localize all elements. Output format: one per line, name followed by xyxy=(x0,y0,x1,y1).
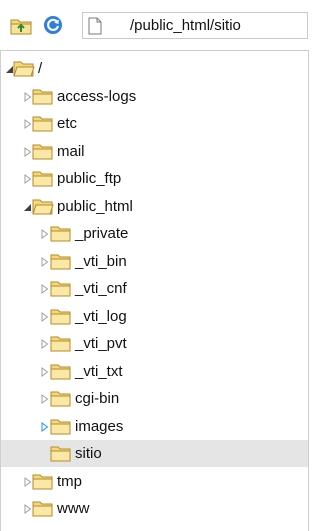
tree-item-label: / xyxy=(38,60,43,77)
path-text: /public_html/sitio xyxy=(130,17,241,34)
collapsed-arrow-icon[interactable] xyxy=(40,421,49,432)
tree-item-public-html[interactable]: public_html xyxy=(1,193,308,220)
refresh-icon[interactable] xyxy=(43,15,63,35)
folder-icon xyxy=(32,144,53,159)
document-icon xyxy=(88,17,102,35)
tree-item-mail[interactable]: mail xyxy=(1,138,308,165)
folder-tree: / access-logs etc mail public_ftp public_html… xyxy=(0,50,309,531)
file-manager-panel: /public_html/sitio / access-logs etc mail pu… xyxy=(0,0,309,531)
tree-item-tmp[interactable]: tmp xyxy=(1,468,308,495)
tree-item-public-ftp[interactable]: public_ftp xyxy=(1,165,308,192)
tree-item-label: _private xyxy=(75,225,129,242)
folder-icon xyxy=(50,419,71,434)
path-field[interactable]: /public_html/sitio xyxy=(82,12,308,39)
folder-icon xyxy=(50,226,71,242)
folder-icon xyxy=(32,171,53,187)
collapsed-arrow-icon[interactable] xyxy=(40,256,49,267)
tree-item-vti-txt[interactable]: _vti_txt xyxy=(1,358,308,385)
tree-item-www[interactable]: www xyxy=(1,495,308,522)
tree-item-vti-bin[interactable]: _vti_bin xyxy=(1,248,308,275)
tree-item-label: _vti_log xyxy=(75,307,127,325)
collapsed-arrow-icon[interactable] xyxy=(40,339,49,349)
tree-item-label: cgi-bin xyxy=(75,390,120,407)
tree-item-root[interactable]: / xyxy=(1,55,308,82)
tree-item-label: _vti_bin xyxy=(75,252,127,270)
tree-item-cgi-bin[interactable]: cgi-bin xyxy=(1,385,308,412)
tree-item-label: access-logs xyxy=(57,87,137,105)
tree-item-label: images xyxy=(75,417,124,435)
collapsed-arrow-icon[interactable] xyxy=(23,91,32,102)
folder-icon xyxy=(50,309,71,324)
tree-item-access-logs[interactable]: access-logs xyxy=(1,83,308,110)
folder-open-icon xyxy=(32,199,54,214)
folder-icon xyxy=(32,474,53,489)
collapsed-arrow-icon[interactable] xyxy=(23,119,32,129)
folder-icon xyxy=(50,446,71,462)
tree-item-vti-log[interactable]: _vti_log xyxy=(1,303,308,330)
folder-icon xyxy=(50,336,71,352)
tree-item-label: mail xyxy=(57,142,85,160)
toolbar: /public_html/sitio xyxy=(0,0,309,50)
collapsed-arrow-icon[interactable] xyxy=(40,311,49,322)
tree-item-label: _vti_cnf xyxy=(75,280,127,297)
collapsed-arrow-icon[interactable] xyxy=(23,504,32,514)
tree-item-vti-pvt[interactable]: _vti_pvt xyxy=(1,330,308,357)
folder-up-icon[interactable] xyxy=(10,17,32,35)
collapsed-arrow-icon[interactable] xyxy=(23,476,32,487)
collapsed-arrow-icon[interactable] xyxy=(23,146,32,157)
collapsed-arrow-icon[interactable] xyxy=(40,394,49,404)
collapsed-arrow-icon[interactable] xyxy=(40,229,49,239)
tree-item-label: www xyxy=(57,500,90,517)
tree-item-private[interactable]: _private xyxy=(1,220,308,247)
tree-item-label: public_html xyxy=(57,197,133,215)
tree-item-label: sitio xyxy=(75,445,102,462)
collapsed-arrow-icon[interactable] xyxy=(40,366,49,377)
folder-icon xyxy=(32,501,53,517)
folder-icon xyxy=(32,89,53,104)
tree-item-images[interactable]: images xyxy=(1,413,308,440)
tree-item-label: _vti_pvt xyxy=(75,335,127,352)
tree-item-label: tmp xyxy=(57,472,83,490)
collapsed-arrow-icon[interactable] xyxy=(23,174,32,184)
tree-item-sitio[interactable]: sitio xyxy=(1,440,308,467)
folder-icon xyxy=(50,391,71,407)
expanded-arrow-icon[interactable] xyxy=(23,202,32,212)
tree-item-label: public_ftp xyxy=(57,170,122,187)
folder-icon xyxy=(50,281,71,297)
folder-open-icon xyxy=(13,61,35,77)
tree-item-etc[interactable]: etc xyxy=(1,110,308,137)
tree-item-label: etc xyxy=(57,115,78,132)
tree-item-label: _vti_txt xyxy=(75,362,123,380)
folder-icon xyxy=(50,254,71,269)
folder-icon xyxy=(32,116,53,132)
tree-item-vti-cnf[interactable]: _vti_cnf xyxy=(1,275,308,302)
folder-icon xyxy=(50,364,71,379)
collapsed-arrow-icon[interactable] xyxy=(40,284,49,294)
